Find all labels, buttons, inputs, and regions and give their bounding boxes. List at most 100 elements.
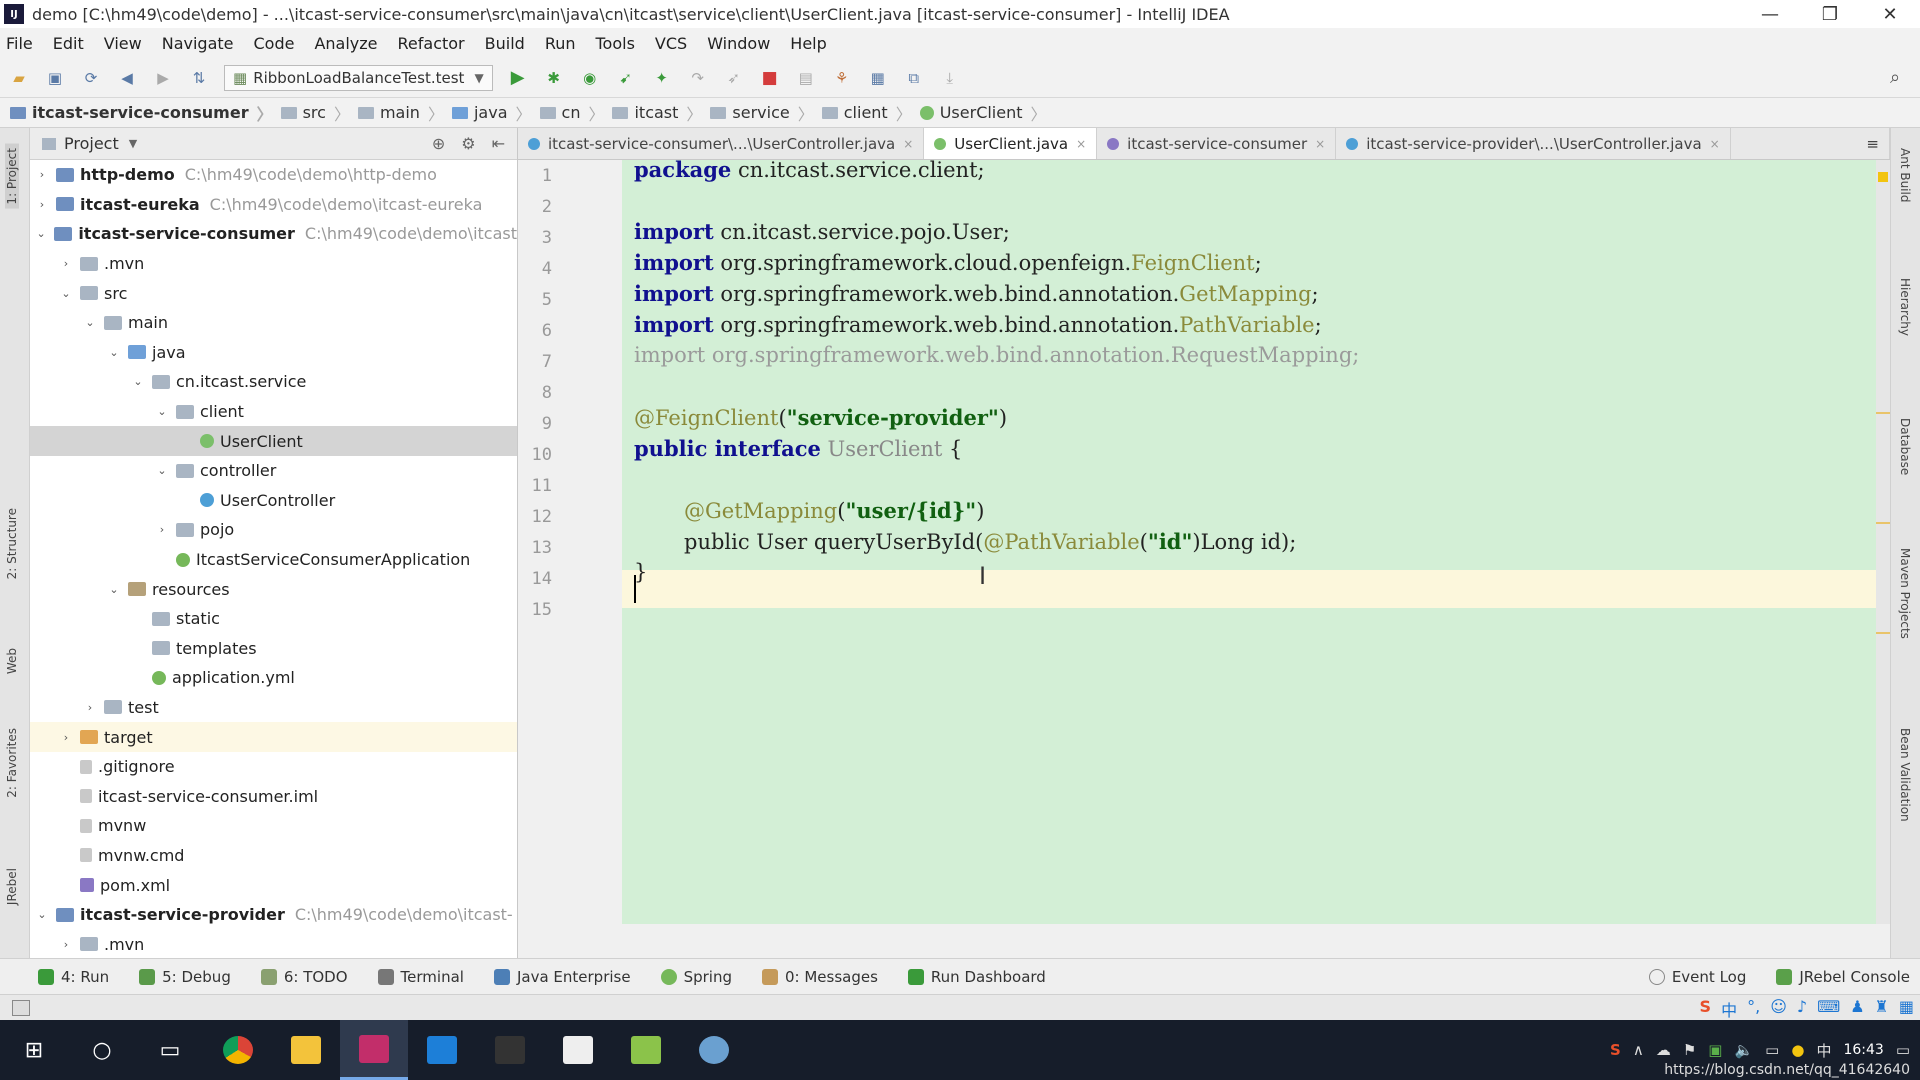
menu-navigate[interactable]: Navigate bbox=[162, 34, 234, 53]
breadcrumb-item[interactable]: itcast-service-consumer 〉 bbox=[10, 101, 273, 125]
tree-item[interactable]: › .mvn bbox=[30, 929, 517, 958]
menu-build[interactable]: Build bbox=[485, 34, 525, 53]
side-tab-structure[interactable]: 2: Structure bbox=[5, 508, 19, 579]
grid-icon[interactable]: ▦ bbox=[1899, 997, 1914, 1021]
menu-run[interactable]: Run bbox=[545, 34, 576, 53]
tree-item[interactable]: › test bbox=[30, 693, 517, 723]
editor-tab[interactable]: itcast-service-provider\...\UserControll… bbox=[1336, 128, 1731, 159]
menu-window[interactable]: Window bbox=[707, 34, 770, 53]
back-icon[interactable]: ◀ bbox=[116, 67, 138, 89]
tree-item[interactable]: ItcastServiceConsumerApplication bbox=[30, 545, 517, 575]
stop-icon[interactable]: ■ bbox=[759, 67, 781, 89]
breadcrumb-item[interactable]: main 〉 bbox=[357, 101, 444, 125]
project-view-select[interactable]: Project bbox=[64, 134, 119, 153]
user-icon[interactable]: ♟ bbox=[1850, 997, 1864, 1021]
breadcrumb-item[interactable]: cn 〉 bbox=[539, 101, 604, 125]
tree-item[interactable]: ⌄ itcast-service-provider C:\hm49\code\dem… bbox=[30, 900, 517, 930]
tree-item[interactable]: ⌄ cn.itcast.service bbox=[30, 367, 517, 397]
tree-item[interactable]: mvnw bbox=[30, 811, 517, 841]
menu-help[interactable]: Help bbox=[790, 34, 826, 53]
tree-item[interactable]: UserClient bbox=[30, 426, 517, 456]
search-icon[interactable]: ⌕ bbox=[1884, 67, 1906, 89]
tree-item[interactable]: templates bbox=[30, 634, 517, 664]
run-tool-button[interactable]: 4: Run bbox=[38, 968, 109, 986]
editor-tab[interactable]: itcast-service-consumer × bbox=[1097, 128, 1337, 159]
close-icon[interactable]: × bbox=[903, 137, 913, 151]
menu-tools[interactable]: Tools bbox=[596, 34, 635, 53]
todo-tool-button[interactable]: 6: TODO bbox=[260, 968, 348, 986]
sogou-tray-icon[interactable]: S bbox=[1610, 1041, 1621, 1059]
tree-item[interactable]: ⌄ main bbox=[30, 308, 517, 338]
volume-icon[interactable]: 🔈 bbox=[1734, 1041, 1753, 1059]
jrebel-debug-icon[interactable]: ✦ bbox=[651, 67, 673, 89]
side-tab-jrebel[interactable]: JRebel bbox=[5, 868, 19, 905]
app-icon[interactable] bbox=[476, 1020, 544, 1080]
task-view-icon[interactable]: ▭ bbox=[136, 1020, 204, 1080]
menu-code[interactable]: Code bbox=[254, 34, 295, 53]
tray-app-icon[interactable]: ● bbox=[1791, 1041, 1804, 1059]
tray-app-icon[interactable]: ⚑ bbox=[1683, 1041, 1696, 1059]
breadcrumb-item[interactable]: client 〉 bbox=[821, 101, 912, 125]
chevron-down-icon[interactable]: ⌄ bbox=[154, 464, 170, 477]
coverage-icon[interactable]: ◉ bbox=[579, 67, 601, 89]
error-stripe-mark[interactable] bbox=[1876, 522, 1890, 524]
side-tab-project[interactable]: 1: Project bbox=[5, 144, 19, 209]
clock[interactable]: 16:43 bbox=[1843, 1041, 1883, 1059]
editor-scrollbar[interactable] bbox=[1876, 160, 1890, 924]
chinese-mode-icon[interactable]: 中 bbox=[1721, 997, 1737, 1021]
side-tab-ant-build[interactable]: Ant Build bbox=[1898, 148, 1912, 202]
menu-file[interactable]: File bbox=[6, 34, 33, 53]
save-all-icon[interactable]: ▣ bbox=[44, 67, 66, 89]
tree-item[interactable]: mvnw.cmd bbox=[30, 841, 517, 871]
chevron-down-icon[interactable]: ⌄ bbox=[106, 583, 122, 596]
jrebel-run-icon[interactable]: ➹ bbox=[615, 67, 637, 89]
code-editor[interactable]: package cn.itcast.service.client; import… bbox=[622, 157, 1876, 924]
collapse-icon[interactable]: ⇤ bbox=[492, 134, 505, 153]
tree-item[interactable]: › .mvn bbox=[30, 249, 517, 279]
chevron-down-icon[interactable]: ⌄ bbox=[82, 316, 98, 329]
breadcrumb-item[interactable]: src 〉 bbox=[280, 101, 350, 125]
close-button[interactable]: ✕ bbox=[1860, 0, 1920, 28]
tree-item[interactable]: ⌄ itcast-service-consumer C:\hm49\code\dem… bbox=[30, 219, 517, 249]
editor-tab[interactable]: UserClient.java × bbox=[924, 128, 1098, 159]
menu-view[interactable]: View bbox=[104, 34, 142, 53]
menu-vcs[interactable]: VCS bbox=[655, 34, 687, 53]
messages-tool-button[interactable]: 0: Messages bbox=[761, 968, 878, 986]
windows-start-icon[interactable]: ⊞ bbox=[0, 1020, 68, 1080]
error-stripe-mark[interactable] bbox=[1876, 412, 1890, 414]
show-hidden-icon[interactable]: ∧ bbox=[1633, 1041, 1644, 1059]
intellij-taskbar-icon[interactable] bbox=[340, 1020, 408, 1080]
side-tab-bean-validation[interactable]: Bean Validation bbox=[1898, 728, 1912, 822]
skin-icon[interactable]: ♜ bbox=[1875, 997, 1889, 1021]
close-icon[interactable]: × bbox=[1076, 137, 1086, 151]
gear-icon[interactable]: ⚙ bbox=[461, 134, 475, 153]
chevron-down-icon[interactable]: ⌄ bbox=[34, 227, 48, 240]
chevron-down-icon[interactable]: ⌄ bbox=[58, 287, 74, 300]
close-icon[interactable]: × bbox=[1710, 137, 1720, 151]
menu-edit[interactable]: Edit bbox=[53, 34, 84, 53]
run-dashboard-tool-button[interactable]: Run Dashboard bbox=[907, 968, 1046, 986]
forward-icon[interactable]: ▶ bbox=[152, 67, 174, 89]
java-enterprise-tool-button[interactable]: Java Enterprise bbox=[493, 968, 631, 986]
locate-icon[interactable]: ⊕ bbox=[432, 134, 445, 153]
debug-tool-button[interactable]: 5: Debug bbox=[139, 968, 231, 986]
download-icon[interactable]: ⤓ bbox=[939, 67, 961, 89]
jrebel-console-button[interactable]: JRebel Console bbox=[1776, 968, 1910, 986]
file-explorer-icon[interactable] bbox=[272, 1020, 340, 1080]
close-icon[interactable]: × bbox=[1315, 137, 1325, 151]
tray-app-icon[interactable]: ☁ bbox=[1656, 1041, 1671, 1059]
punctuation-icon[interactable]: °, bbox=[1747, 997, 1760, 1021]
run-icon[interactable]: ▶ bbox=[507, 67, 529, 89]
editor-tab[interactable]: itcast-service-consumer\...\UserControll… bbox=[518, 128, 925, 159]
cortana-icon[interactable]: ○ bbox=[68, 1020, 136, 1080]
tool-windows-toggle-icon[interactable] bbox=[12, 1000, 30, 1016]
chrome-icon[interactable] bbox=[204, 1020, 272, 1080]
breadcrumb-item[interactable]: itcast 〉 bbox=[612, 101, 702, 125]
tabs-overflow-icon[interactable]: ≡ bbox=[1856, 128, 1890, 159]
side-tab-hierarchy[interactable]: Hierarchy bbox=[1898, 278, 1912, 336]
network-icon[interactable]: ▭ bbox=[1765, 1041, 1779, 1059]
chevron-right-icon[interactable]: › bbox=[34, 168, 50, 181]
vcs-icon[interactable]: ⚘ bbox=[831, 67, 853, 89]
tree-item[interactable]: › target bbox=[30, 722, 517, 752]
keyboard-icon[interactable]: ⌨ bbox=[1817, 997, 1840, 1021]
